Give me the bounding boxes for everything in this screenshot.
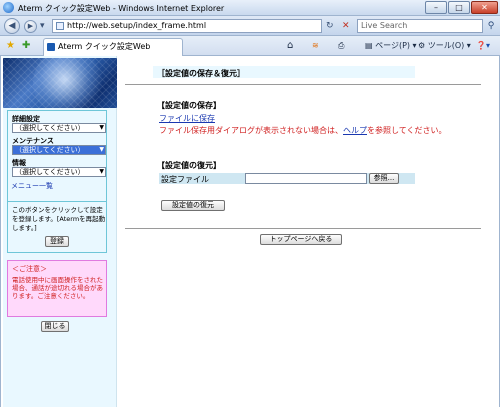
aterm-logo (3, 58, 117, 108)
close-window-button[interactable]: ✕ (471, 1, 498, 14)
advanced-settings-value: （選択してください） (15, 124, 85, 132)
browse-button[interactable]: 参照... (369, 173, 399, 184)
back-to-top-button[interactable]: トップページへ戻る (260, 234, 342, 245)
back-icon[interactable]: ◀ (4, 18, 20, 34)
page-menu[interactable]: ▤ ページ(P) ▾ (365, 40, 417, 52)
forward-icon[interactable]: ▶ (24, 20, 37, 33)
register-box: このボタンをクリックして設定を登録します。[Atermを再起動します。] 登録 (7, 201, 107, 253)
close-button[interactable]: 閉じる (41, 321, 69, 332)
restore-heading: 【設定値の復元】 (157, 161, 221, 170)
save-warning-prefix: ファイル保存用ダイアログが表示されない場合は、 (159, 126, 343, 135)
refresh-icon[interactable]: ↻ (326, 20, 334, 32)
title-bar: Aterm クイック設定Web - Windows Internet Explo… (0, 0, 500, 16)
settings-file-input[interactable] (245, 173, 367, 184)
register-button[interactable]: 登録 (45, 236, 69, 247)
save-heading: 【設定値の保存】 (157, 101, 221, 110)
divider-top (125, 84, 481, 85)
restore-button[interactable]: 設定値の復元 (161, 200, 225, 211)
tab-page-icon (47, 43, 55, 51)
save-warning-suffix: を参照してください。 (367, 126, 447, 135)
page-icon (56, 22, 64, 30)
sidebar: 詳細設定 （選択してください） ▼ メンテナンス （選択してください） ▼ 情報… (3, 56, 117, 407)
settings-file-label: 設定ファイル (161, 175, 209, 184)
history-dropdown-icon[interactable]: ▾ (40, 20, 45, 32)
print-icon[interactable]: ⎙ (338, 40, 344, 52)
divider-bottom (125, 228, 481, 229)
window-title: Aterm クイック設定Web - Windows Internet Explo… (18, 4, 225, 13)
page-content: 詳細設定 （選択してください） ▼ メンテナンス （選択してください） ▼ 情報… (0, 56, 500, 407)
chevron-down-icon: ▼ (99, 168, 104, 175)
minimize-button[interactable]: – (425, 1, 447, 14)
feeds-icon[interactable]: ≋ (312, 40, 319, 52)
maintenance-value: （選択してください） (15, 146, 85, 154)
url-field[interactable]: http://web.setup/index_frame.html (52, 19, 322, 33)
chevron-down-icon: ▼ (99, 146, 104, 153)
caution-heading: ＜ご注意＞ (12, 265, 47, 273)
advanced-settings-select[interactable]: （選択してください） ▼ (12, 123, 106, 133)
page-title: ［設定値の保存＆復元］ (157, 69, 245, 78)
favorites-star-icon[interactable]: ★ (6, 40, 15, 52)
ie-logo-icon (3, 2, 14, 13)
page-menu-label: ページ(P) (375, 41, 411, 50)
tab-aterm[interactable]: Aterm クイック設定Web (43, 38, 183, 56)
save-warning: ファイル保存用ダイアログが表示されない場合は、ヘルプを参照してください。 (159, 125, 447, 136)
register-description: このボタンをクリックして設定を登録します。[Atermを再起動します。] (12, 206, 106, 232)
info-select[interactable]: （選択してください） ▼ (12, 167, 106, 177)
maintenance-select[interactable]: （選択してください） ▼ (12, 145, 106, 155)
add-favorites-icon[interactable]: ✚ (22, 40, 30, 52)
info-value: （選択してください） (15, 168, 85, 176)
search-input[interactable]: Live Search (357, 19, 483, 33)
address-bar: ◀ ▶ ▾ http://web.setup/index_frame.html … (0, 16, 500, 36)
tab-bar: ★ ✚ Aterm クイック設定Web ⌂ ≋ ⎙ ▤ ページ(P) ▾ ⚙ ツ… (0, 36, 500, 56)
caution-box: ＜ご注意＞ 電話使用中に画面操作をされた場合、通話が途切れる場合があります。ご注… (7, 260, 107, 317)
stop-icon[interactable]: ✕ (342, 20, 350, 32)
search-icon[interactable]: ⚲ (484, 19, 498, 33)
maximize-button[interactable]: □ (448, 1, 470, 14)
chevron-down-icon: ▼ (99, 124, 104, 131)
home-icon[interactable]: ⌂ (287, 40, 293, 52)
tools-menu[interactable]: ⚙ ツール(O) ▾ (418, 40, 471, 52)
tab-title: Aterm クイック設定Web (58, 42, 151, 51)
url-text: http://web.setup/index_frame.html (67, 21, 207, 30)
caution-text: 電話使用中に画面操作をされた場合、通話が途切れる場合があります。ご注意ください。 (12, 276, 103, 300)
save-to-file-link[interactable]: ファイルに保存 (159, 113, 215, 124)
menu-list-link[interactable]: メニュー一覧 (11, 181, 53, 191)
tools-menu-label: ツール(O) (427, 41, 465, 50)
help-link[interactable]: ヘルプ (343, 126, 367, 135)
help-icon[interactable]: ❓▾ (476, 40, 490, 52)
